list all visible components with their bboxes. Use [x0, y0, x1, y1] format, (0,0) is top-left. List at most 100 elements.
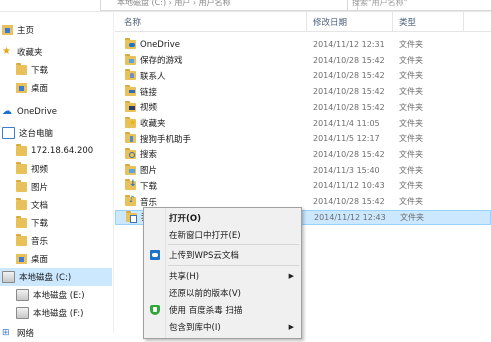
- sidebar-item[interactable]: 视频: [0, 160, 112, 178]
- file-date: 2014/11/12 12:31: [313, 40, 385, 49]
- sidebar-item[interactable]: 桌面: [0, 79, 112, 97]
- file-name: 保存的游戏: [125, 53, 183, 66]
- home-icon: [2, 25, 13, 35]
- menu-item-restore[interactable]: 还原以前的版本(V): [144, 284, 301, 301]
- file-name-label: 链接: [140, 87, 158, 98]
- search-input[interactable]: 搜索"用户名称": [347, 0, 491, 11]
- menu-item-label: 上传到WPS云文档: [169, 250, 239, 261]
- folder-icon: [125, 53, 136, 65]
- sidebar-item[interactable]: ☁ OneDrive: [0, 103, 112, 121]
- sidebar-item[interactable]: 这台电脑: [0, 124, 112, 142]
- file-type: 文件夹: [399, 181, 423, 191]
- file-name: 图片: [125, 163, 157, 176]
- folder-icon: [125, 100, 136, 112]
- file-type: 文件夹: [399, 102, 423, 112]
- menu-item-label: 打开(O): [169, 213, 201, 224]
- file-name-label: 搜狗手机助手: [140, 134, 192, 145]
- file-name: 搜狗手机助手: [125, 132, 192, 145]
- sidebar-item-label: 下载: [31, 219, 49, 229]
- file-row[interactable]: 下载 2014/11/12 10:43 文件夹: [115, 178, 491, 193]
- column-header: 名称 修改日期 类型: [115, 11, 491, 32]
- file-type: 文件夹: [399, 197, 423, 206]
- file-type: 文件夹: [399, 40, 423, 49]
- sidebar-item[interactable]: ★ 收藏夹: [0, 43, 112, 61]
- file-name-label: OneDrive: [140, 39, 180, 50]
- sidebar-item[interactable]: 下载: [0, 214, 112, 232]
- file-row[interactable]: 联系人 2014/10/28 15:42 文件夹: [115, 68, 491, 83]
- file-name: 音乐: [125, 195, 158, 208]
- file-date: 2014/10/28 15:42: [313, 149, 385, 159]
- menu-item-scan[interactable]: 使用 百度杀毒 扫描: [144, 301, 301, 318]
- sidebar-item-label: 桌面: [31, 84, 49, 94]
- file-row[interactable]: 收藏夹 2014/11/4 11:05 文件夹: [115, 116, 491, 131]
- menu-item-open-new-window[interactable]: 在新窗口中打开(E): [144, 226, 301, 243]
- drive-icon: [16, 307, 29, 319]
- file-row[interactable]: 搜狗手机助手 2014/11/5 12:17 文件夹: [115, 131, 491, 146]
- file-row[interactable]: 图片 2014/11/3 15:40 文件夹: [115, 163, 491, 178]
- documents-folder-icon: [16, 198, 27, 210]
- column-header-type[interactable]: 类型: [399, 16, 416, 28]
- pictures-folder-icon: [16, 180, 27, 192]
- folder-icon: [125, 163, 136, 175]
- file-row[interactable]: 搜索 2014/10/28 15:42 文件夹: [115, 147, 491, 162]
- sidebar-item[interactable]: 本地磁盘 (C:): [0, 268, 112, 286]
- sidebar-item[interactable]: 图片: [0, 178, 112, 196]
- sidebar-item[interactable]: 172.18.64.200: [0, 142, 112, 160]
- sidebar-item-label: OneDrive: [17, 107, 57, 117]
- column-divider[interactable]: [392, 11, 393, 31]
- sidebar-item[interactable]: 音乐: [0, 232, 112, 250]
- file-row[interactable]: 视频 2014/10/28 15:42 文件夹: [115, 100, 491, 115]
- file-row[interactable]: 链接 2014/10/28 15:42 文件夹: [115, 84, 491, 99]
- column-header-date[interactable]: 修改日期: [313, 16, 347, 28]
- menu-item-upload-wps[interactable]: 上传到WPS云文档: [144, 246, 301, 263]
- column-divider[interactable]: [306, 11, 307, 31]
- column-divider[interactable]: [463, 11, 464, 31]
- file-date: 2014/10/28 15:42: [313, 55, 385, 65]
- pane-divider[interactable]: [113, 11, 114, 333]
- file-name-label: 视频: [140, 103, 158, 114]
- address-bar[interactable]: 本地磁盘 (C:) › 用户 › 用户名称: [100, 0, 358, 11]
- file-name-label: 音乐: [140, 197, 158, 208]
- sidebar-item[interactable]: 桌面: [0, 250, 112, 268]
- sidebar-item-label: 本地磁盘 (C:): [19, 273, 72, 283]
- sidebar-item[interactable]: 主页: [0, 21, 112, 39]
- column-header-name[interactable]: 名称: [124, 16, 141, 28]
- sidebar-item-label: 主页: [17, 26, 35, 36]
- music-folder-icon: [16, 234, 27, 246]
- desktop-folder-icon: [16, 254, 27, 264]
- sidebar-item[interactable]: 下载: [0, 61, 112, 79]
- file-name-label: 联系人: [140, 71, 166, 82]
- sidebar-item-label: 图片: [31, 183, 49, 193]
- this-pc-icon: [2, 127, 15, 139]
- sidebar-item[interactable]: 文档: [0, 196, 112, 214]
- menu-separator: [168, 265, 299, 266]
- menu-item-include-library[interactable]: 包含到库中(I) ▶: [144, 318, 301, 335]
- file-name: 联系人: [125, 69, 166, 82]
- file-name: 视频: [125, 100, 158, 114]
- file-name-label: 收藏夹: [140, 119, 166, 129]
- sidebar-item[interactable]: 本地磁盘 (E:): [0, 286, 112, 304]
- menu-item-label: 使用 百度杀毒 扫描: [169, 305, 243, 316]
- folder-icon: [125, 85, 136, 97]
- shield-icon: [150, 304, 160, 315]
- file-date: 2014/10/28 15:42: [313, 197, 385, 206]
- file-name-label: 下载: [140, 181, 158, 192]
- folder-icon: [125, 179, 137, 191]
- navigation-pane: 主页 ★ 收藏夹 下载 桌面 ☁ OneDrive 这台电脑 172.18.64.200 视频 图片…: [0, 12, 112, 339]
- menu-item-open[interactable]: 打开(O): [144, 209, 301, 226]
- file-type: 文件夹: [399, 165, 423, 175]
- sidebar-item[interactable]: ⊞ 网络: [0, 324, 112, 342]
- sidebar-item-label: 下载: [31, 66, 49, 76]
- file-type: 文件夹: [399, 55, 423, 65]
- sidebar-item-label: 桌面: [31, 255, 49, 265]
- menu-item-label: 共享(H): [169, 271, 200, 282]
- sidebar-item-label: 视频: [31, 165, 49, 175]
- file-row[interactable]: OneDrive 2014/11/12 12:31 文件夹: [115, 37, 491, 52]
- file-type: 文件夹: [399, 71, 423, 81]
- file-row[interactable]: 保存的游戏 2014/10/28 15:42 文件夹: [115, 53, 491, 68]
- downloads-folder-icon: [16, 216, 27, 228]
- menu-item-share[interactable]: 共享(H) ▶: [144, 267, 301, 284]
- sidebar-item-label: 音乐: [31, 237, 49, 247]
- file-name: 下载: [125, 179, 158, 192]
- sidebar-item[interactable]: 本地磁盘 (F:): [0, 304, 112, 322]
